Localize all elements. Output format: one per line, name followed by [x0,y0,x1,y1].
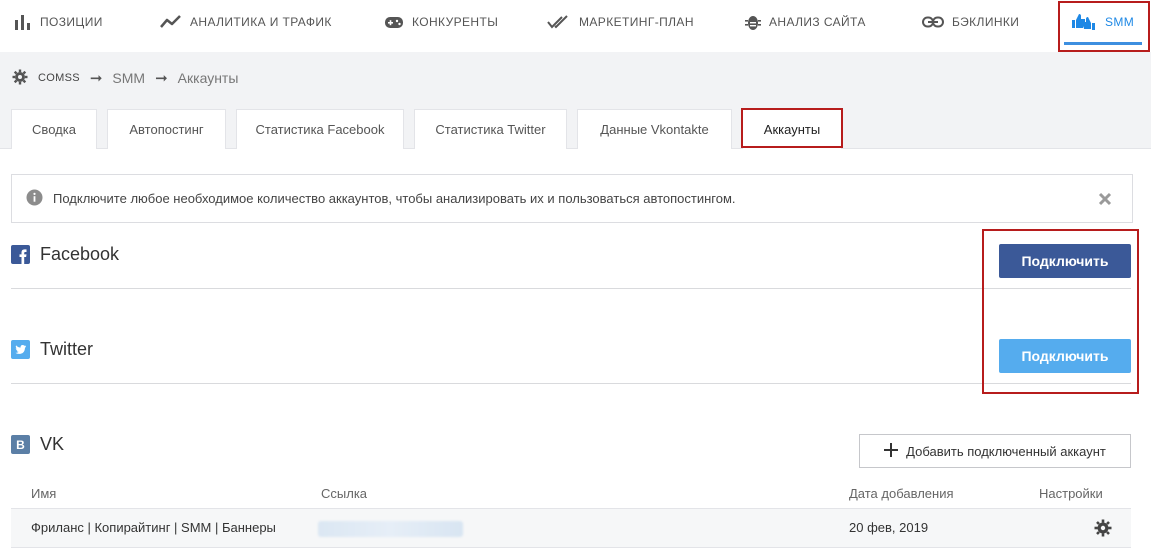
nav-label: ПОЗИЦИИ [40,15,103,29]
nav-item-marketing-plan[interactable]: МАРКЕТИНГ-ПЛАН [547,0,694,44]
section-heading: VK [40,434,65,454]
breadcrumb-item: Аккаунты [177,70,239,86]
nav-label: АНАЛИТИКА И ТРАФИК [190,15,332,29]
tab-label: Статистика Facebook [255,122,385,137]
facebook-icon [11,245,30,264]
nav-label: SMM [1105,15,1135,29]
tab-facebook-stats[interactable]: Статистика Facebook [236,109,404,149]
link-icon [922,16,944,28]
column-header-link: Ссылка [321,486,368,501]
thumbs-icon [1071,12,1097,32]
nav-label: АНАЛИЗ САЙТА [769,15,866,29]
plus-icon [884,442,899,460]
nav-item-smm[interactable]: SMM [1071,0,1134,44]
info-icon [26,189,43,209]
nav-item-analytics[interactable]: АНАЛИТИКА И ТРАФИК [160,0,332,44]
section-divider [11,383,1131,384]
alert-text: Подключите любое необходимое количество … [53,191,736,206]
tab-autoposting[interactable]: Автопостинг [107,109,226,149]
account-date: 20 фев, 2019 [849,520,929,535]
breadcrumb: COMSS ➞ SMM ➞ Аккаунты [12,69,238,87]
gear-icon [12,69,28,88]
tab-accounts[interactable]: Аккаунты [742,109,842,149]
settings-gear-icon[interactable] [1094,519,1112,537]
tab-label: Сводка [32,122,76,137]
nav-item-competitors[interactable]: КОНКУРЕНТЫ [384,0,498,44]
account-name: Фриланс | Копирайтинг | SMM | Баннеры [31,520,276,535]
connect-twitter-button[interactable]: Подключить [999,339,1131,373]
top-navigation: ПОЗИЦИИ АНАЛИТИКА И ТРАФИК КОНКУРЕНТЫ МА… [0,0,1151,52]
nav-label: КОНКУРЕНТЫ [412,15,499,29]
column-header-settings: Настройки [1039,486,1103,501]
vk-section-title: B VK [11,434,64,455]
nav-label: БЭКЛИНКИ [952,15,1020,29]
section-heading: Twitter [40,339,94,359]
svg-text:B: B [16,438,25,452]
bar-chart-icon [14,14,32,30]
gamepad-icon [384,15,404,30]
column-header-date: Дата добавления [849,486,954,501]
twitter-icon [11,340,30,359]
tab-summary[interactable]: Сводка [11,109,97,149]
bug-icon [745,13,761,31]
add-connected-account-button[interactable]: Добавить подключенный аккаунт [859,434,1131,468]
arrow-right-icon: ➞ [155,70,168,87]
active-tab-indicator [1064,42,1142,45]
trend-line-icon [160,14,182,30]
tab-label: Автопостинг [129,122,204,137]
nav-label: МАРКЕТИНГ-ПЛАН [579,15,694,29]
tab-label: Статистика Twitter [435,122,546,137]
breadcrumb-root[interactable]: COMSS [38,72,80,84]
column-header-name: Имя [31,486,57,501]
tab-label: Аккаунты [763,122,821,137]
vk-icon: B [11,435,30,454]
connect-facebook-button[interactable]: Подключить [999,244,1131,278]
arrow-right-icon: ➞ [89,70,103,87]
info-alert: Подключите любое необходимое количество … [11,174,1133,223]
nav-item-positions[interactable]: ПОЗИЦИИ [14,0,103,44]
breadcrumb-item[interactable]: SMM [112,70,145,86]
double-check-icon [547,15,571,29]
tab-twitter-stats[interactable]: Статистика Twitter [414,109,567,149]
nav-item-site-analysis[interactable]: АНАЛИЗ САЙТА [745,0,866,44]
facebook-section-title: Facebook [11,244,119,265]
button-label: Добавить подключенный аккаунт [906,443,1106,459]
tab-vkontakte-data[interactable]: Данные Vkontakte [577,109,732,149]
twitter-section-title: Twitter [11,339,93,360]
account-link-redacted[interactable] [318,521,463,537]
tab-label: Данные Vkontakte [600,122,709,137]
section-heading: Facebook [40,244,120,264]
nav-item-backlinks[interactable]: БЭКЛИНКИ [922,0,1019,44]
close-icon[interactable] [1096,190,1114,208]
section-divider [11,288,1131,289]
